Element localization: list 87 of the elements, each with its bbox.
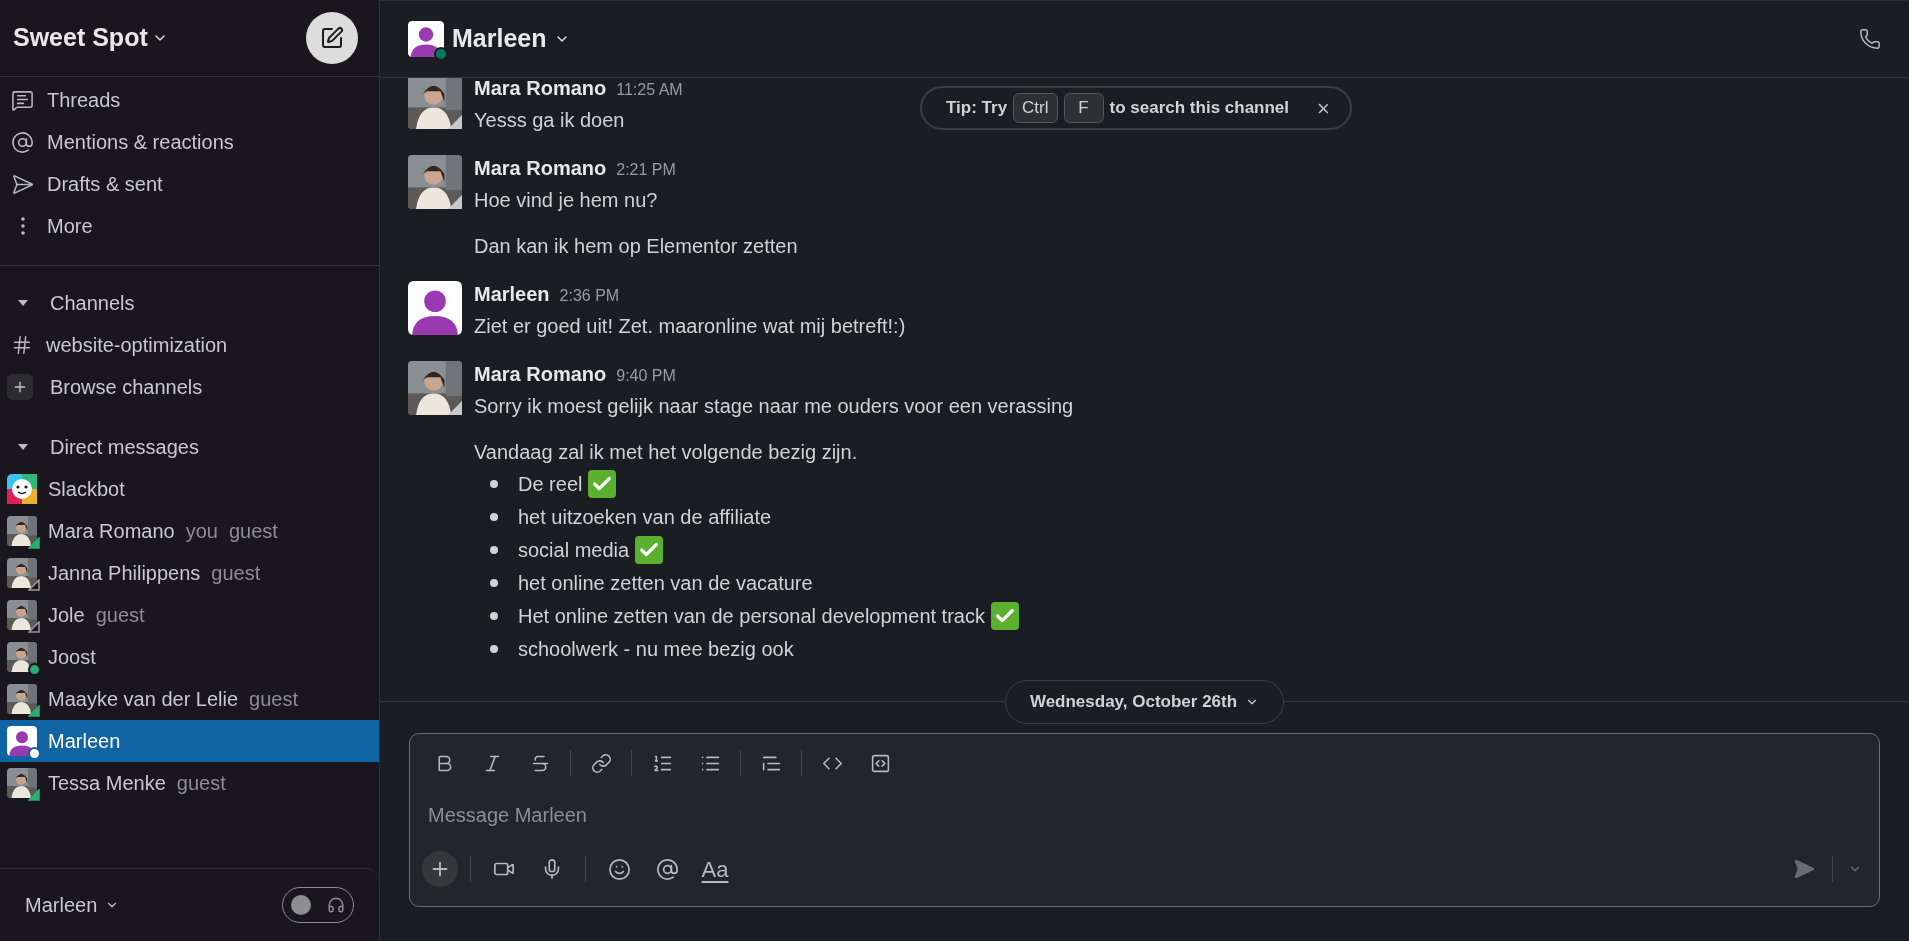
section-heading[interactable]: Direct messages [50, 432, 199, 462]
message-time[interactable]: 2:36 PM [559, 281, 620, 311]
list-item-text: schoolwerk - nu mee bezig ook [518, 636, 794, 662]
compose-button[interactable] [306, 12, 358, 64]
channel-title-button[interactable]: Marleen [408, 20, 571, 58]
keyboard-key: F [1063, 93, 1104, 123]
user-name: Tessa Menke [48, 771, 166, 796]
avatar-icon [408, 21, 444, 57]
send-icon [11, 172, 34, 196]
user-tag: guest [228, 516, 278, 546]
message-text: Vandaag zal ik met het volgende bezig zijn. [474, 440, 859, 465]
bullet-icon [490, 611, 498, 620]
list-item-text: De reel [518, 471, 583, 497]
dm-item[interactable]: Maayke van der Lelie guest [0, 678, 379, 720]
message-input[interactable]: Message Marleen [422, 792, 1867, 838]
dm-item[interactable]: Slackbot [0, 468, 379, 510]
nav-item[interactable]: Drafts & sent [0, 163, 379, 205]
user-tag: you [185, 516, 218, 546]
user-name: Janna Philippens [48, 561, 201, 586]
keyboard-key: Ctrl [1013, 93, 1058, 123]
add-icon [7, 374, 33, 400]
section-heading[interactable]: Channels [50, 288, 135, 318]
phone-icon[interactable] [1859, 28, 1881, 50]
author-name[interactable]: Mara Romano [474, 78, 607, 103]
user-tag: guest [176, 768, 226, 798]
headphones-icon [327, 896, 345, 914]
nav-item[interactable]: Mentions & reactions [0, 121, 379, 163]
threads-icon [11, 88, 34, 112]
nav-item[interactable]: More [0, 205, 379, 247]
channel-item[interactable]: website-optimization [0, 324, 379, 366]
list-item-text: het online zetten van de vacature [518, 570, 813, 596]
attach-button[interactable] [422, 851, 458, 887]
guest-icon [448, 115, 462, 129]
bullet-icon [490, 512, 498, 521]
close-button[interactable]: × [1317, 91, 1330, 125]
bullet-icon [490, 644, 498, 653]
user-name: Maayke van der Lelie [48, 687, 239, 712]
author-name[interactable]: Marleen [474, 279, 550, 309]
message-time[interactable]: 2:21 PM [616, 155, 676, 185]
guest-icon [448, 195, 462, 209]
hash-icon [11, 334, 33, 356]
caret-icon[interactable] [17, 299, 29, 307]
message-composer[interactable]: Message Marleen Aa [409, 733, 1880, 907]
message-text: Ziet er goed uit! Zet. maaronline wat mij betreft!:) [474, 314, 906, 339]
message-text: Yesss ga ik doen [474, 108, 626, 133]
caret-icon[interactable] [17, 443, 29, 451]
user-name: Jole [48, 603, 85, 628]
user-name: Marleen [48, 729, 121, 754]
dm-item[interactable]: Jole guest [0, 594, 379, 636]
user-tag: guest [211, 558, 261, 588]
user-tag: guest [95, 600, 145, 630]
nav-item[interactable]: Threads [0, 79, 379, 121]
list-item-text: Het online zetten van de personal development track [518, 603, 985, 629]
bot-icon [7, 474, 37, 504]
message-time[interactable]: 9:40 PM [616, 361, 676, 391]
dm-item[interactable]: Mara Romano you guest [0, 510, 379, 552]
at-icon [11, 130, 34, 154]
avatar-icon [408, 281, 462, 335]
user-name: Joost [48, 645, 96, 670]
message-text: Sorry ik moest gelijk naar stage naar me ouders voor een verassing [474, 394, 1074, 419]
message-time[interactable]: 11:25 AM [616, 78, 683, 105]
bullet-icon [490, 545, 498, 554]
bullet-icon [490, 578, 498, 587]
tip-text: Tip: Try [946, 97, 1008, 120]
author-name[interactable]: Mara Romano [474, 359, 607, 389]
workspace-menu[interactable]: Sweet Spot [13, 19, 168, 57]
list-item-text: social media [518, 537, 630, 563]
tip-text: to search this channel [1109, 97, 1290, 120]
author-name[interactable]: Mara Romano [474, 153, 607, 183]
user-menu[interactable]: Marleen [25, 890, 120, 920]
user-name: Slackbot [48, 477, 125, 502]
browse-link[interactable]: Browse channels [0, 366, 379, 408]
guest-icon [448, 401, 462, 415]
message-text: Dan kan ik hem op Elementor zetten [474, 234, 798, 259]
dm-item[interactable]: Marleen [0, 720, 379, 762]
compose-icon [320, 26, 344, 50]
dm-item[interactable]: Janna Philippens guest [0, 552, 379, 594]
bullet-icon [490, 479, 498, 488]
user-tag: guest [249, 684, 299, 714]
message-text: Hoe vind je hem nu? [474, 188, 659, 213]
avatar-icon [7, 726, 37, 756]
formatting-button[interactable]: Aa [694, 851, 736, 887]
dm-item[interactable]: Joost [0, 636, 379, 678]
more-icon [20, 217, 25, 235]
user-name: Mara Romano [48, 519, 175, 544]
list-item-text: het uitzoeken van de affiliate [518, 504, 772, 530]
dm-item[interactable]: Tessa Menke guest [0, 762, 379, 804]
